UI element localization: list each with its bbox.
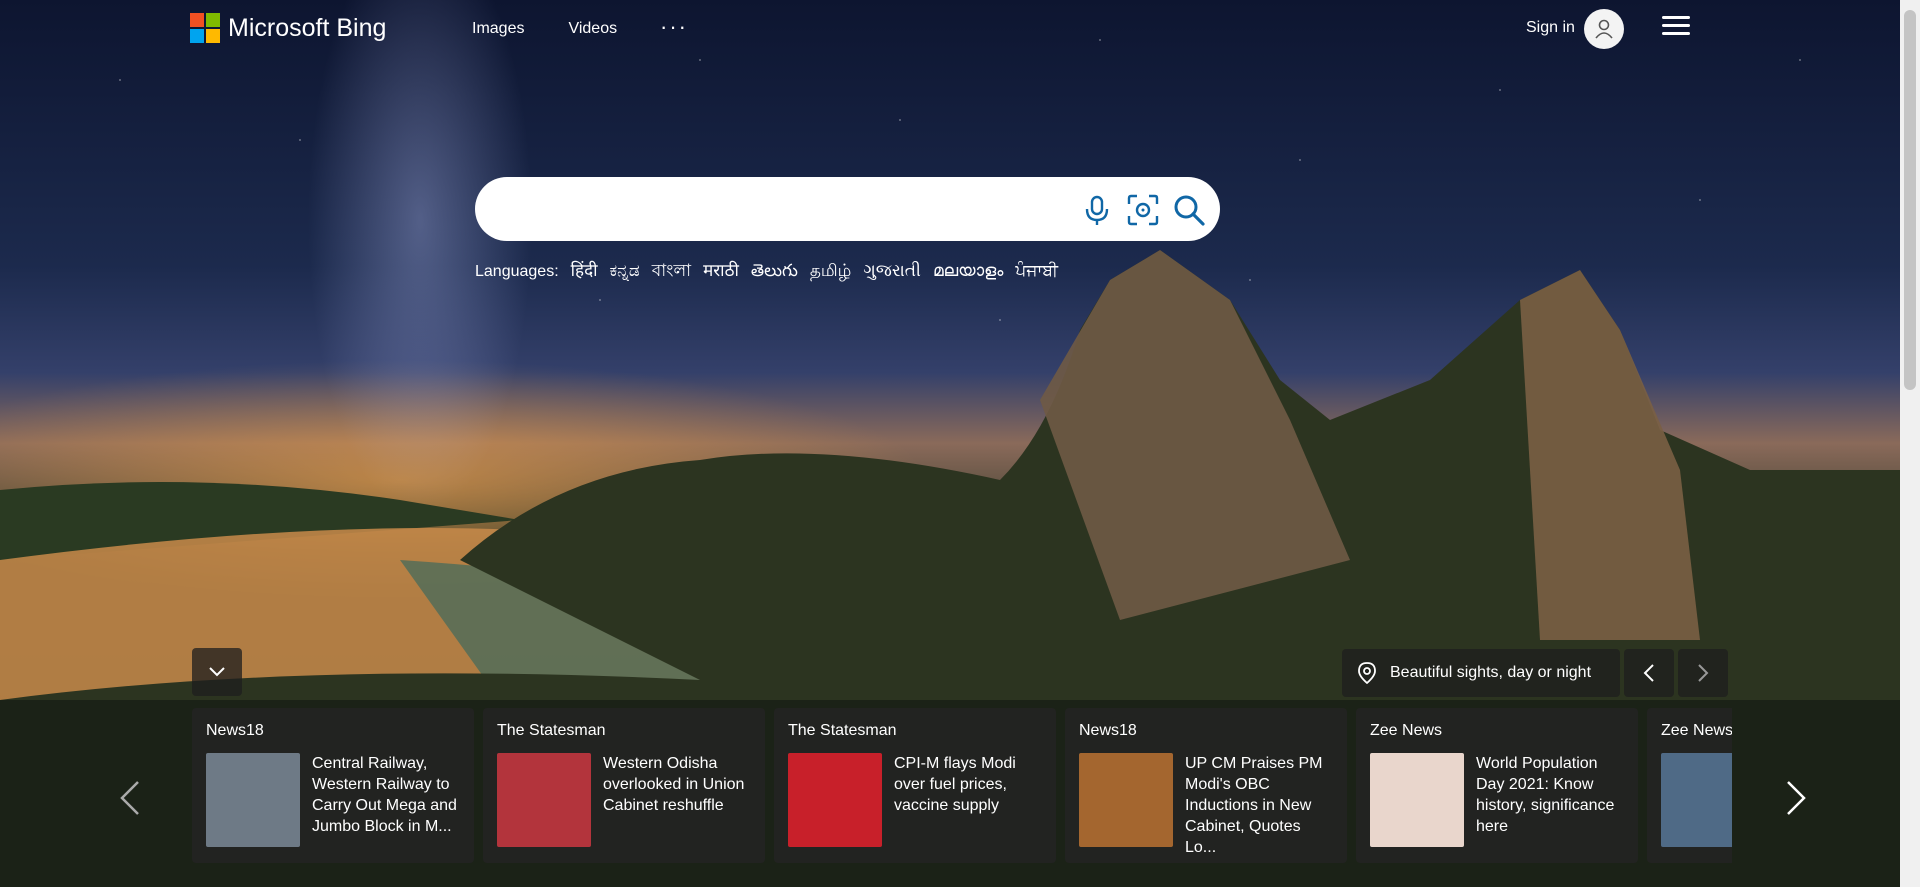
news-source: Zee News: [1661, 722, 1732, 739]
microphone-icon[interactable]: [1080, 193, 1114, 227]
news-source: The Statesman: [788, 722, 897, 739]
user-avatar-icon[interactable]: [1584, 9, 1624, 49]
news-card[interactable]: News18 Central Railway, Western Railway …: [192, 708, 474, 863]
language-marathi[interactable]: मराठी: [703, 258, 739, 281]
language-punjabi[interactable]: ਪੰਜਾਬੀ: [1015, 261, 1058, 281]
brand-name: Microsoft Bing: [228, 13, 387, 42]
scrollbar-thumb[interactable]: [1904, 10, 1916, 390]
news-source: News18: [206, 722, 264, 739]
page-scrollbar[interactable]: [1900, 0, 1920, 887]
more-menu-icon[interactable]: ···: [660, 14, 688, 40]
news-card[interactable]: The Statesman Western Odisha overlooked …: [483, 708, 765, 863]
news-thumbnail: [1079, 753, 1173, 847]
bing-logo[interactable]: Microsoft Bing: [190, 13, 386, 43]
news-card[interactable]: The Statesman CPI-M flays Modi over fuel…: [774, 708, 1056, 863]
news-headline: Western Odisha overlooked in Union Cabin…: [603, 755, 745, 814]
nav-images[interactable]: Images: [472, 20, 524, 38]
news-headline: CPI-M flays Modi over fuel prices, vacci…: [894, 755, 1016, 814]
search-icon[interactable]: [1172, 193, 1206, 227]
chevron-down-icon: [209, 667, 225, 677]
hamburger-menu-icon[interactable]: [1662, 16, 1690, 38]
news-thumbnail: [788, 753, 882, 847]
news-source: News18: [1079, 722, 1137, 739]
language-hindi[interactable]: हिंदी: [571, 258, 598, 281]
chevron-right-icon: [1698, 664, 1709, 682]
search-box[interactable]: [475, 177, 1220, 241]
image-info-button[interactable]: Beautiful sights, day or night: [1342, 649, 1620, 697]
language-tamil[interactable]: தமிழ்: [810, 261, 852, 283]
language-gujarati[interactable]: ગુજરાતી: [863, 261, 921, 281]
language-malayalam[interactable]: മലയാളം: [933, 261, 1003, 281]
news-headline: World Population Day 2021: Know history,…: [1476, 755, 1615, 835]
location-pin-icon: [1358, 662, 1376, 684]
news-next-arrow-icon[interactable]: [1782, 780, 1808, 816]
news-thumbnail: [206, 753, 300, 847]
language-bar: Languages: हिंदी ಕನ್ನಡ বাংলা मराठी తెలుగ…: [475, 258, 1058, 286]
news-card[interactable]: Zee News: [1647, 708, 1732, 863]
collapse-feed-button[interactable]: [192, 648, 242, 696]
languages-label: Languages:: [475, 263, 559, 280]
next-image-button[interactable]: [1678, 649, 1728, 697]
news-card[interactable]: News18 UP CM Praises PM Modi's OBC Induc…: [1065, 708, 1347, 863]
news-thumbnail: [1370, 753, 1464, 847]
news-thumbnail: [1661, 753, 1732, 847]
search-input[interactable]: [497, 187, 1021, 233]
news-card[interactable]: Zee News World Population Day 2021: Know…: [1356, 708, 1638, 863]
language-bengali[interactable]: বাংলা: [652, 258, 691, 286]
language-telugu[interactable]: తెలుగు: [751, 261, 798, 285]
microsoft-logo-icon: [190, 13, 220, 43]
news-source: The Statesman: [497, 722, 606, 739]
previous-image-button[interactable]: [1624, 649, 1674, 697]
image-caption: Beautiful sights, day or night: [1390, 664, 1592, 681]
news-source: Zee News: [1370, 722, 1443, 739]
visual-search-icon[interactable]: [1126, 193, 1160, 227]
nav-videos[interactable]: Videos: [568, 20, 617, 38]
language-kannada[interactable]: ಕನ್ನಡ: [610, 261, 640, 281]
news-headline: Central Railway, Western Railway to Carr…: [312, 755, 457, 835]
news-prev-arrow-icon[interactable]: [118, 780, 144, 816]
news-carousel: News18 Central Railway, Western Railway …: [192, 708, 1732, 863]
news-thumbnail: [497, 753, 591, 847]
chevron-left-icon: [1643, 664, 1654, 682]
signin-link[interactable]: Sign in: [1526, 19, 1575, 37]
news-headline: UP CM Praises PM Modi's OBC Inductions i…: [1185, 755, 1323, 856]
